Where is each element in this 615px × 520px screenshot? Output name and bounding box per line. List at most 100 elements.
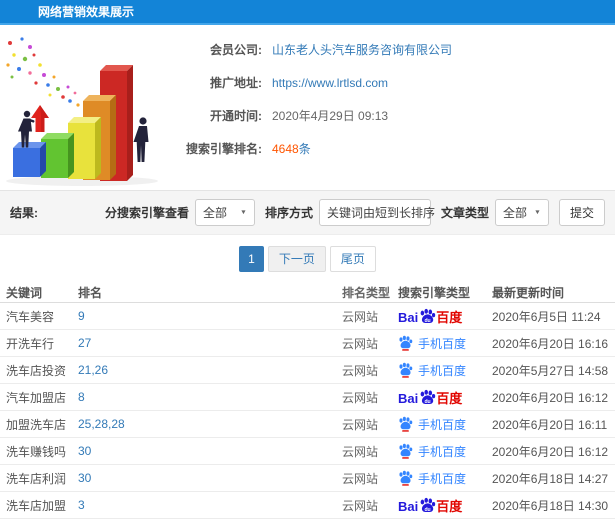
sort-order-group: 排序方式 关键词由短到长排序 ▼ bbox=[255, 199, 448, 226]
confetti-dots bbox=[6, 37, 80, 107]
baidu-mobile-paw-icon bbox=[398, 470, 413, 486]
baidu-logo-du-text: du bbox=[425, 318, 431, 324]
company-label: 会员公司: bbox=[210, 43, 262, 57]
baidu-mobile-label: 手机百度 bbox=[418, 417, 467, 432]
baidu-mobile-label: 手机百度 bbox=[418, 471, 467, 486]
col-update-time: 最新更新时间 bbox=[492, 286, 565, 300]
businessman-right-figure bbox=[133, 117, 149, 162]
rank-cell[interactable]: 30 bbox=[78, 471, 342, 485]
info-row-company: 会员公司: 山东老人头汽车服务咨询有限公司 bbox=[180, 33, 615, 66]
rank-cell[interactable]: 30 bbox=[78, 444, 342, 458]
rank-type-cell: 云网站 bbox=[342, 363, 379, 378]
rank-cell[interactable]: 9 bbox=[78, 309, 342, 323]
baidu-logo-cn-text: 百度 bbox=[436, 499, 463, 514]
baidu-mobile-label: 手机百度 bbox=[418, 336, 467, 351]
table-row: 洗车店利润 30 云网站 手机百度 2020年6月18日 14:27 bbox=[0, 465, 615, 492]
promotion-url-link[interactable]: https://www.lrtlsd.com bbox=[272, 76, 388, 90]
engine-filter-select[interactable]: 全部 ▼ bbox=[194, 199, 255, 226]
table-row: 汽车加盟店 8 云网站 Bai du 百度 2020年6月20日 16:12 bbox=[0, 384, 615, 411]
rank-count-unit[interactable]: 条 bbox=[299, 140, 311, 157]
engine-filter-label: 分搜索引擎查看 bbox=[104, 206, 189, 220]
rank-type-cell: 云网站 bbox=[342, 471, 379, 486]
info-row-url: 推广地址: https://www.lrtlsd.com bbox=[180, 66, 615, 99]
baidu-paw-icon: du bbox=[419, 497, 436, 513]
baidu-mobile-logo: 手机百度 bbox=[398, 443, 466, 460]
company-info-panel: 会员公司: 山东老人头汽车服务咨询有限公司 推广地址: https://www.… bbox=[180, 25, 615, 190]
engine-rank-label: 搜索引擎排名: bbox=[186, 142, 262, 156]
baidu-logo: Bai du 百度 bbox=[398, 308, 462, 324]
rank-type-cell: 云网站 bbox=[342, 498, 379, 513]
growth-chart-illustration bbox=[0, 25, 180, 190]
baidu-mobile-label: 手机百度 bbox=[418, 363, 467, 378]
baidu-logo: Bai du 百度 bbox=[398, 497, 462, 513]
rank-type-cell: 云网站 bbox=[342, 336, 379, 351]
engine-cell: Bai du 百度 bbox=[398, 389, 492, 405]
table-body: 汽车美容 9 云网站 Bai du 百度 2020年6月5日 11:24 开洗车… bbox=[0, 303, 615, 519]
article-type-value: 全部 bbox=[502, 206, 527, 220]
engine-cell: 手机百度 bbox=[398, 416, 492, 433]
next-page-button[interactable]: 下一页 bbox=[267, 246, 326, 272]
page-1-button[interactable]: 1 bbox=[239, 246, 264, 272]
col-rank-type: 排名类型 bbox=[342, 286, 391, 300]
company-name-link[interactable]: 山东老人头汽车服务咨询有限公司 bbox=[272, 41, 452, 58]
table-header-row: 关键词 排名 排名类型 搜索引擎类型 最新更新时间 bbox=[0, 283, 615, 303]
col-keyword: 关键词 bbox=[6, 286, 43, 300]
rank-type-cell: 云网站 bbox=[342, 309, 379, 324]
col-rank: 排名 bbox=[78, 286, 103, 300]
engine-cell: 手机百度 bbox=[398, 335, 492, 352]
update-time-cell: 2020年6月5日 11:24 bbox=[492, 309, 601, 324]
open-time-label: 开通时间: bbox=[210, 109, 262, 123]
sort-order-label: 排序方式 bbox=[264, 206, 313, 220]
baidu-paw-icon: du bbox=[419, 308, 436, 324]
baidu-mobile-paw-icon bbox=[398, 443, 413, 459]
keyword-cell: 洗车赚钱吗 bbox=[6, 444, 67, 459]
engine-cell: 手机百度 bbox=[398, 470, 492, 487]
summary-section: 会员公司: 山东老人头汽车服务咨询有限公司 推广地址: https://www.… bbox=[0, 25, 615, 190]
page-title: 网络营销效果展示 bbox=[38, 5, 135, 19]
article-type-select[interactable]: 全部 ▼ bbox=[494, 199, 549, 226]
rank-cell[interactable]: 8 bbox=[78, 390, 342, 404]
info-row-rank-count: 搜索引擎排名: 4648 条 bbox=[180, 132, 615, 165]
promotion-url-label: 推广地址: bbox=[210, 76, 262, 90]
caret-down-icon: ▼ bbox=[240, 209, 247, 216]
baidu-mobile-paw-icon bbox=[398, 416, 413, 432]
bar-blue bbox=[13, 142, 46, 177]
baidu-paw-icon: du bbox=[419, 389, 436, 405]
baidu-logo-bai-text: Bai bbox=[398, 310, 419, 325]
keyword-cell: 洗车店利润 bbox=[6, 471, 67, 486]
table-row: 洗车店加盟 3 云网站 Bai du 百度 2020年6月18日 14:30 bbox=[0, 492, 615, 519]
result-label: 结果: bbox=[10, 206, 38, 220]
rank-type-cell: 云网站 bbox=[342, 417, 379, 432]
baidu-logo-bai-text: Bai bbox=[398, 499, 419, 514]
baidu-logo: Bai du 百度 bbox=[398, 389, 462, 405]
update-time-cell: 2020年6月18日 14:27 bbox=[492, 471, 609, 486]
engine-cell: 手机百度 bbox=[398, 362, 492, 379]
baidu-logo-cn-text: 百度 bbox=[436, 391, 463, 406]
rank-cell[interactable]: 27 bbox=[78, 336, 342, 350]
article-type-group: 文章类型 全部 ▼ bbox=[431, 199, 549, 226]
baidu-mobile-logo: 手机百度 bbox=[398, 416, 466, 433]
engine-cell: Bai du 百度 bbox=[398, 497, 492, 513]
keyword-cell: 开洗车行 bbox=[6, 336, 55, 351]
table-row: 汽车美容 9 云网站 Bai du 百度 2020年6月5日 11:24 bbox=[0, 303, 615, 330]
results-table: 关键词 排名 排名类型 搜索引擎类型 最新更新时间 汽车美容 9 云网站 Bai… bbox=[0, 283, 615, 519]
rank-cell[interactable]: 21,26 bbox=[78, 363, 342, 377]
baidu-mobile-logo: 手机百度 bbox=[398, 362, 466, 379]
rank-cell[interactable]: 25,28,28 bbox=[78, 417, 342, 431]
engine-filter-value: 全部 bbox=[202, 206, 227, 220]
table-row: 加盟洗车店 25,28,28 云网站 手机百度 2020年6月20日 16:11 bbox=[0, 411, 615, 438]
keyword-cell: 汽车美容 bbox=[6, 309, 55, 324]
page-header: 网络营销效果展示 bbox=[0, 0, 615, 25]
sort-order-select[interactable]: 关键词由短到长排序 ▼ bbox=[318, 199, 448, 226]
keyword-cell: 洗车店投资 bbox=[6, 363, 67, 378]
last-page-button[interactable]: 尾页 bbox=[329, 246, 376, 272]
baidu-mobile-logo: 手机百度 bbox=[398, 335, 466, 352]
update-time-cell: 2020年6月20日 16:16 bbox=[492, 336, 609, 351]
engine-cell: 手机百度 bbox=[398, 443, 492, 460]
baidu-mobile-label: 手机百度 bbox=[418, 444, 467, 459]
update-time-cell: 2020年6月18日 14:30 bbox=[492, 498, 609, 513]
rank-cell[interactable]: 3 bbox=[78, 498, 342, 512]
table-row: 洗车店投资 21,26 云网站 手机百度 2020年5月27日 14:58 bbox=[0, 357, 615, 384]
rank-count-value[interactable]: 4648 bbox=[272, 142, 299, 156]
submit-button[interactable]: 提交 bbox=[558, 199, 605, 226]
